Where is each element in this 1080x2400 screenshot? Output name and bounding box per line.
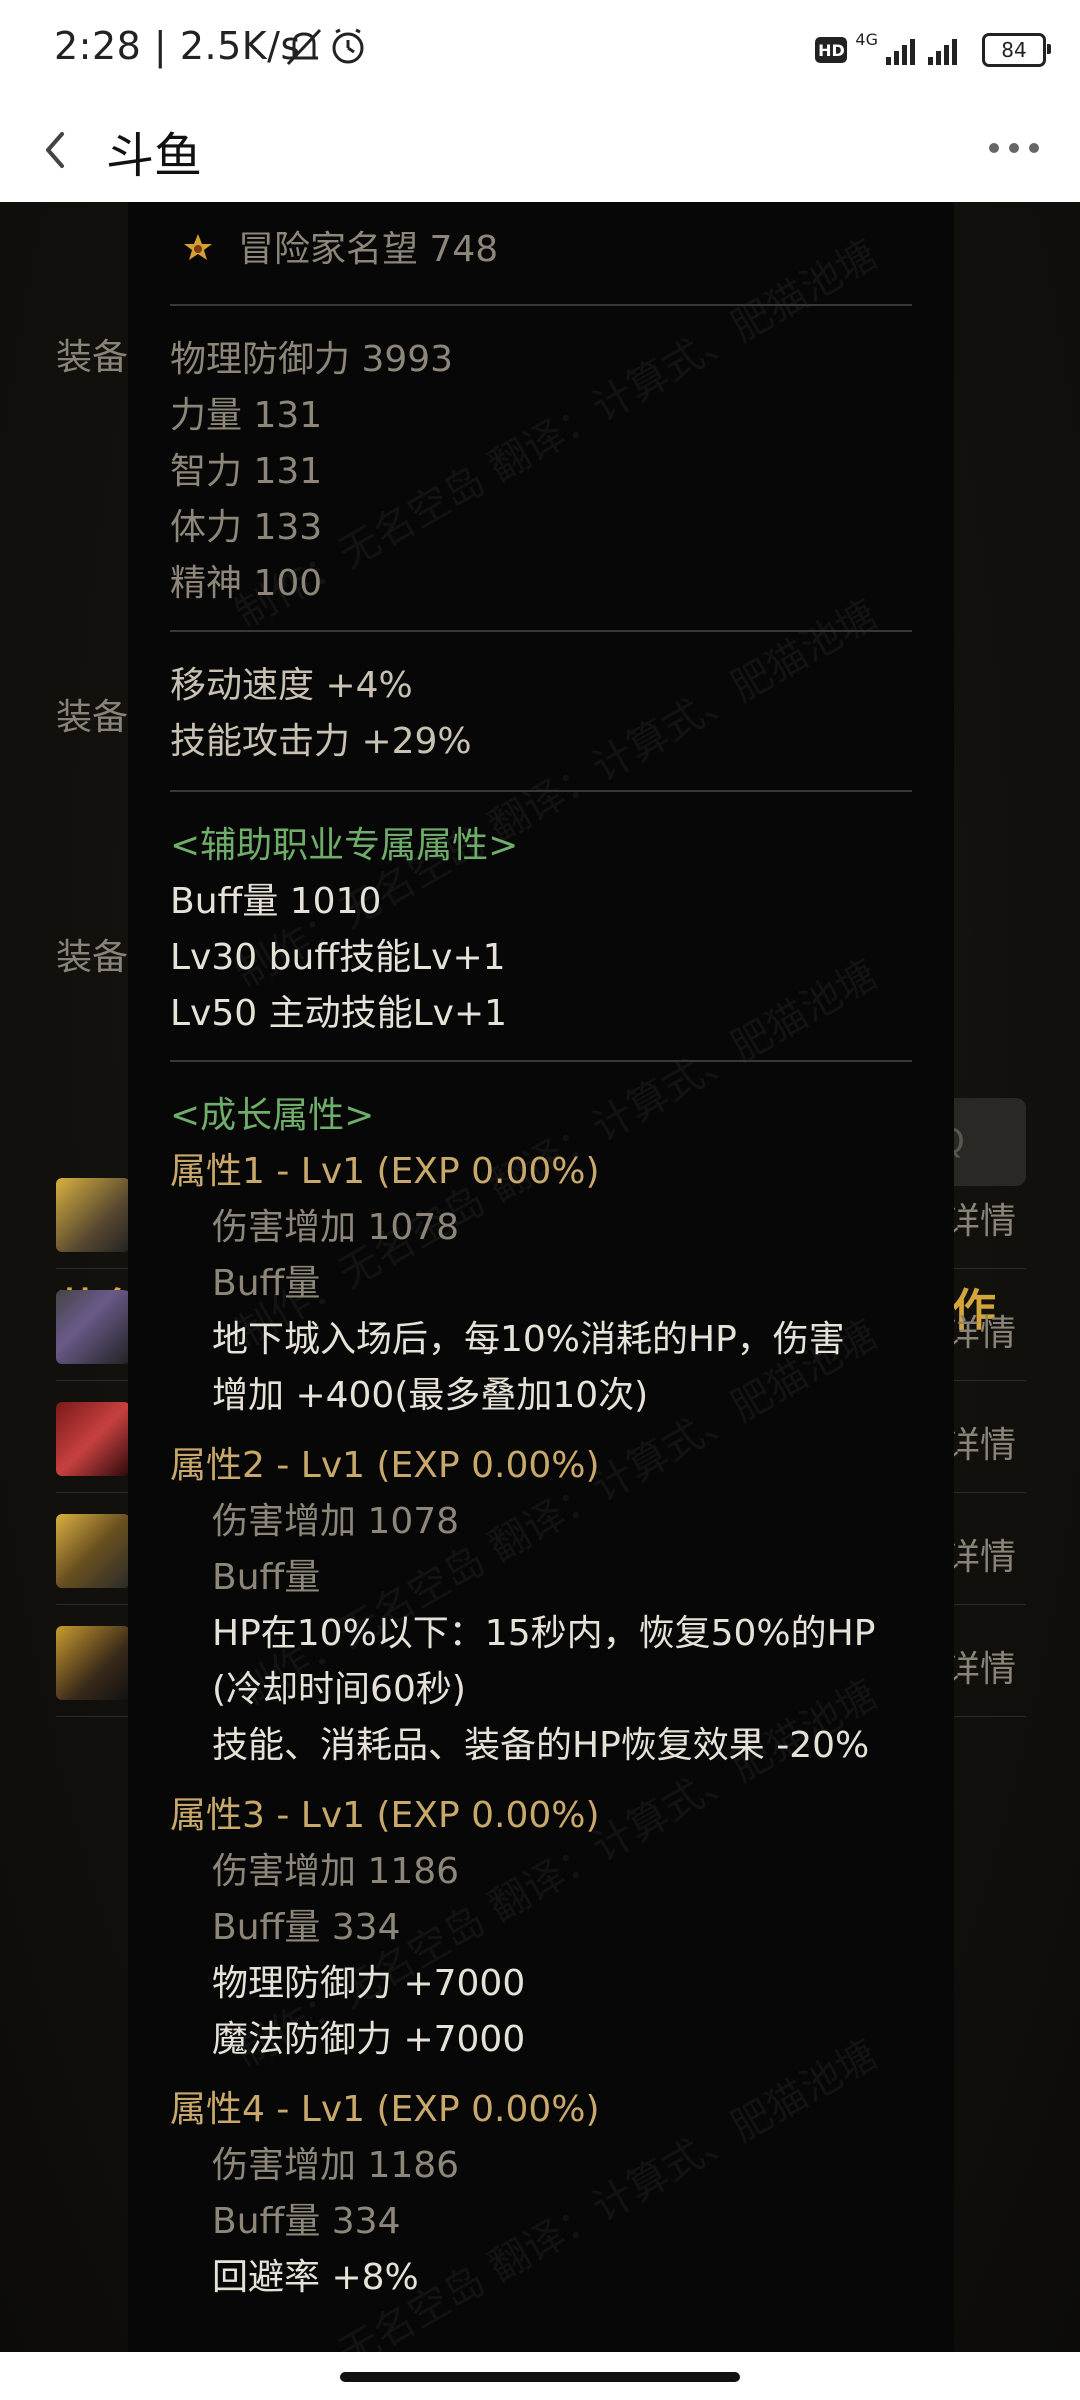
equipment-thumbnail[interactable] (56, 1626, 130, 1700)
bg-label: 装备 (56, 937, 129, 978)
crest-icon (184, 234, 212, 260)
growth-damage: 伤害增加 1186 (212, 2145, 460, 2186)
equipment-thumbnail[interactable] (56, 1290, 130, 1364)
growth-title: 属性2 - Lv1 (EXP 0.00%) (170, 1445, 600, 1486)
support-line: Lv30 buff技能Lv+1 (170, 937, 506, 978)
detail-link[interactable]: 详情 (944, 1304, 1016, 1356)
divider (170, 304, 912, 306)
battery-icon: 84 (982, 33, 1051, 67)
growth-effect: HP在10%以下：15秒内，恢复50%的HP (212, 1613, 876, 1654)
bg-label: 装备 (56, 337, 129, 378)
growth-effect: 技能、消耗品、装备的HP恢复效果 -20% (212, 1725, 870, 1766)
growth-effect: 回避率 +8% (212, 2257, 419, 2298)
more-dots-icon[interactable] (984, 128, 1044, 168)
signal-icon (886, 39, 957, 65)
stat-line: 体力 133 (170, 507, 323, 548)
growth-buff: Buff量 (212, 1263, 321, 1304)
growth-damage: 伤害增加 1078 (212, 1207, 460, 1248)
divider (170, 790, 912, 792)
status-bar: 2:28 | 2.5K/s HD 4G 84 (0, 0, 1080, 98)
stat-line: 物理防御力 3993 (170, 339, 454, 380)
equipment-thumbnail[interactable] (56, 1514, 130, 1588)
status-right: HD 4G 84 (815, 28, 1051, 72)
gesture-bar (0, 2352, 1080, 2400)
growth-title: 属性3 - Lv1 (EXP 0.00%) (170, 1795, 600, 1836)
stat-line: 精神 100 (170, 563, 323, 604)
stat-line: 智力 131 (170, 451, 323, 492)
bell-off-icon (286, 28, 364, 66)
growth-title: 属性1 - Lv1 (EXP 0.00%) (170, 1151, 600, 1192)
growth-effect: (冷却时间60秒) (212, 1669, 466, 1710)
detail-link[interactable]: 详情 (944, 1192, 1016, 1244)
divider (170, 630, 912, 632)
growth-header: <成长属性> (170, 1095, 375, 1136)
detail-link[interactable]: 详情 (944, 1640, 1016, 1692)
growth-effect: 增加 +400(最多叠加10次) (212, 1375, 649, 1416)
chevron-left-icon[interactable] (36, 124, 76, 176)
fame-text: 冒险家名望 748 (238, 229, 499, 270)
network-label: 4G (855, 30, 878, 49)
bg-label: 装备 (56, 697, 129, 738)
stat-line: 力量 131 (170, 395, 323, 436)
growth-buff: Buff量 334 (212, 2201, 401, 2242)
growth-effect: 魔法防御力 +7000 (212, 2019, 526, 2060)
growth-effect: 物理防御力 +7000 (212, 1963, 526, 2004)
detail-link[interactable]: 详情 (944, 1416, 1016, 1468)
growth-effect: 地下城入场后，每10%消耗的HP，伤害 (212, 1319, 845, 1360)
home-indicator[interactable] (340, 2372, 740, 2382)
nav-bar: 斗鱼 (0, 98, 1080, 202)
support-line: Buff量 1010 (170, 881, 382, 922)
growth-title: 属性4 - Lv1 (EXP 0.00%) (170, 2089, 600, 2130)
item-tooltip: 制作：无名空岛 翻译：计算式、肥猫池塘 制作：无名空岛 翻译：计算式、肥猫池塘 … (128, 202, 954, 2352)
hd-badge: HD (815, 37, 848, 63)
equipment-thumbnail[interactable] (56, 1402, 130, 1476)
status-time: 2:28 | 2.5K/s (54, 24, 301, 68)
support-line: Lv50 主动技能Lv+1 (170, 993, 508, 1034)
page-title: 斗鱼 (106, 128, 203, 184)
support-header: <辅助职业专属属性> (170, 825, 519, 866)
growth-damage: 伤害增加 1186 (212, 1851, 460, 1892)
equipment-thumbnail[interactable] (56, 1178, 130, 1252)
growth-buff: Buff量 334 (212, 1907, 401, 1948)
detail-link[interactable]: 详情 (944, 1528, 1016, 1580)
divider (170, 1060, 912, 1062)
growth-buff: Buff量 (212, 1557, 321, 1598)
growth-damage: 伤害增加 1078 (212, 1501, 460, 1542)
extra-stat: 技能攻击力 +29% (170, 721, 472, 762)
extra-stat: 移动速度 +4% (170, 665, 413, 706)
